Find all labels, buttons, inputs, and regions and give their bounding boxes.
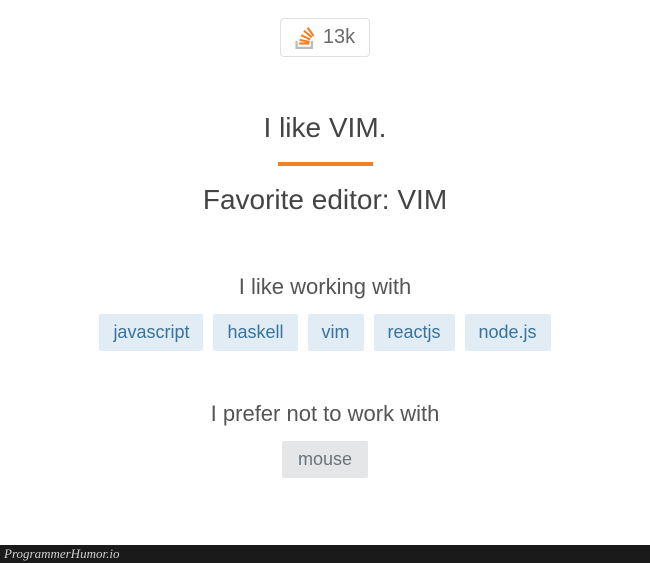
dislike-tags-row: mouse (282, 441, 368, 478)
dislike-label: I prefer not to work with (211, 401, 440, 427)
like-tags-row: javascript haskell vim reactjs node.js (99, 314, 550, 351)
tag-reactjs[interactable]: reactjs (374, 314, 455, 351)
like-working-with-section: I like working with javascript haskell v… (99, 274, 550, 351)
profile-headline: I like VIM. (264, 112, 387, 144)
watermark-footer: ProgrammerHumor.io (0, 545, 650, 563)
tag-javascript[interactable]: javascript (99, 314, 203, 351)
watermark-text: ProgrammerHumor.io (4, 546, 119, 562)
tag-haskell[interactable]: haskell (213, 314, 297, 351)
reputation-count: 13k (323, 26, 355, 49)
accent-divider (278, 162, 373, 166)
favorite-editor: Favorite editor: VIM (203, 184, 447, 216)
reputation-badge[interactable]: 13k (280, 18, 370, 57)
dislike-working-with-section: I prefer not to work with mouse (211, 401, 440, 478)
tag-nodejs[interactable]: node.js (465, 314, 551, 351)
tag-vim[interactable]: vim (308, 314, 364, 351)
stackoverflow-icon (295, 27, 315, 49)
tag-mouse[interactable]: mouse (282, 441, 368, 478)
like-label: I like working with (239, 274, 411, 300)
